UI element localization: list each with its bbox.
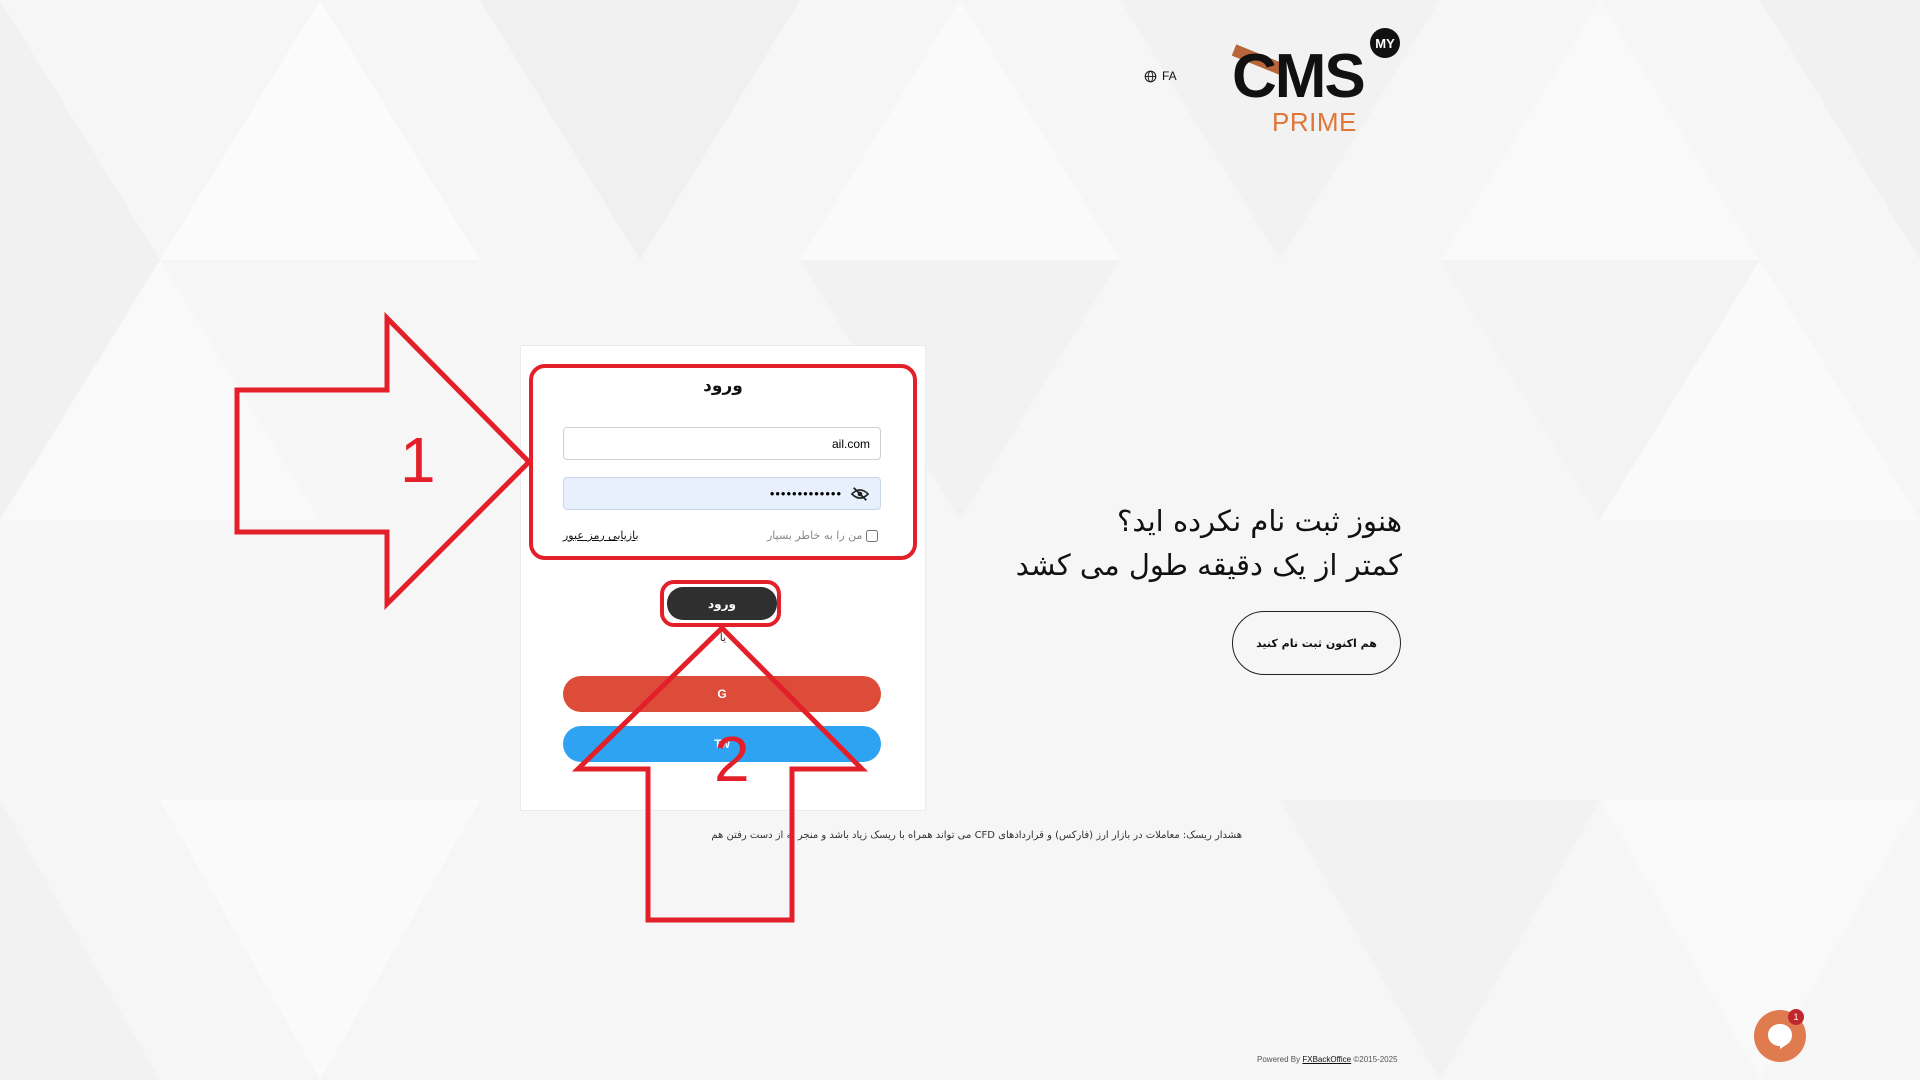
signup-button[interactable]: هم اکنون ثبت نام کنید <box>1232 611 1401 675</box>
password-field[interactable] <box>563 477 881 510</box>
login-button[interactable]: ورود <box>667 587 777 620</box>
language-label: FA <box>1162 69 1177 83</box>
remember-me-checkbox[interactable] <box>866 529 879 542</box>
hide-password-icon[interactable] <box>851 486 869 502</box>
chat-bubble-icon <box>1768 1024 1792 1049</box>
chat-notification-badge: 1 <box>1788 1009 1804 1025</box>
signup-line-1: هنوز ثبت نام نکرده اید؟ <box>1116 504 1402 538</box>
signup-prompt: هنوز ثبت نام نکرده اید؟ کمتر از یک دقیقه… <box>960 499 1402 587</box>
remember-me-label: من را به خاطر بسپار <box>767 529 863 542</box>
logo-prime-text: PRIME <box>1272 107 1357 137</box>
fxbackoffice-link[interactable]: FXBackOffice <box>1302 1055 1351 1064</box>
google-login-button[interactable]: G <box>563 676 881 712</box>
logo-my-badge: MY <box>1370 28 1400 58</box>
logo-cms-text: CMS <box>1232 42 1366 111</box>
annotation-label-1: 1 <box>400 424 436 496</box>
email-field[interactable] <box>563 427 881 460</box>
language-switcher[interactable]: FA <box>1144 69 1177 83</box>
brand-logo[interactable]: CMS MY PRIME <box>1228 22 1408 140</box>
signup-line-2: کمتر از یک دقیقه طول می کشد <box>1015 548 1402 582</box>
forgot-password-link[interactable]: بازیابی رمز عبور <box>563 529 639 542</box>
remember-me[interactable]: من را به خاطر بسپار <box>767 529 879 542</box>
login-title: ورود <box>703 376 743 396</box>
globe-icon <box>1144 70 1157 82</box>
powered-by-text: Powered By <box>1257 1055 1301 1064</box>
footer-credit: Powered By FXBackOffice ©2015-2025 <box>1257 1055 1398 1064</box>
risk-warning: هشدار ریسک: معاملات در بازار ارز (فارکس)… <box>711 830 1242 841</box>
copyright-text: ©2015-2025 <box>1353 1055 1398 1064</box>
annotation-label-2: 2 <box>714 723 750 795</box>
or-divider: یا <box>719 631 727 644</box>
